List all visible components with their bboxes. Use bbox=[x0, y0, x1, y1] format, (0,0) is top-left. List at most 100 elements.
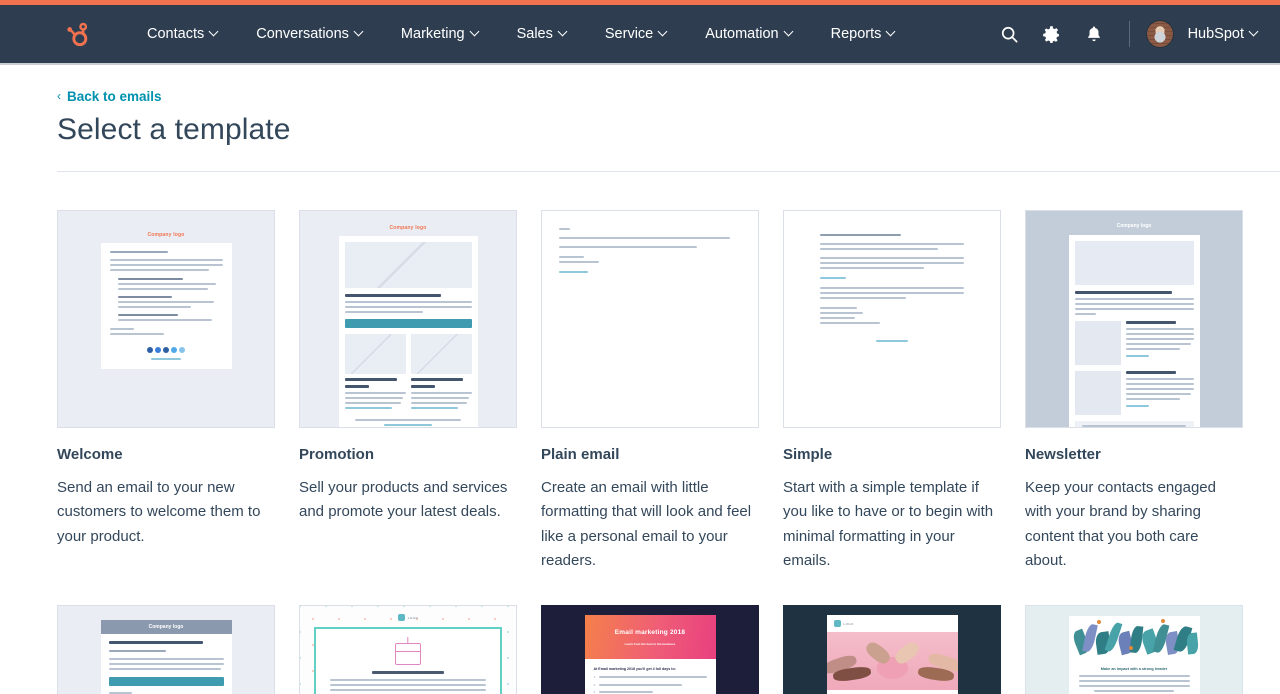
chevron-down-icon bbox=[559, 28, 567, 36]
template-thumbnail-welcome[interactable]: Company logo bbox=[57, 210, 275, 428]
chevron-down-icon bbox=[887, 28, 895, 36]
email-preview: Company logo bbox=[100, 232, 232, 379]
email-preview: Company logo bbox=[1068, 223, 1200, 427]
email-preview: Make an impact with a strong header Sign… bbox=[1026, 606, 1242, 694]
template-thumbnail-newsletter[interactable]: Company logo bbox=[1025, 210, 1243, 428]
cta-button bbox=[108, 677, 224, 687]
email-preview bbox=[549, 219, 751, 421]
nav-divider bbox=[1128, 21, 1130, 47]
template-card-feedback[interactable]: LOGO Your feedback matters to us bbox=[783, 605, 1001, 694]
template-description: Keep your contacts engaged with your bra… bbox=[1025, 479, 1216, 569]
product-image-placeholder bbox=[410, 334, 472, 374]
template-thumbnail-feedback[interactable]: LOGO Your feedback matters to us bbox=[783, 605, 1001, 694]
template-card-survey[interactable]: Company logo bbox=[57, 605, 275, 694]
nav-label: Contacts bbox=[147, 26, 205, 42]
template-description: Start with a simple template if you like… bbox=[783, 479, 994, 569]
primary-nav-menu: Contacts Conversations Marketing Sales S… bbox=[128, 26, 914, 42]
template-title: Plain email bbox=[541, 446, 620, 463]
template-grid-row-1: Company logo Welcome Send an email to yo… bbox=[57, 210, 1247, 573]
page-header: ‹ Back to emails Select a template bbox=[0, 65, 1280, 172]
hero-image-placeholder bbox=[1074, 241, 1194, 285]
nav-actions: HubSpot bbox=[991, 15, 1258, 53]
logo-icon bbox=[833, 620, 841, 628]
back-link-label: Back to emails bbox=[67, 88, 162, 104]
social-icons bbox=[110, 347, 223, 353]
template-thumbnail-plain-email[interactable] bbox=[541, 210, 759, 428]
chevron-down-icon bbox=[471, 28, 479, 36]
template-card-plain-email[interactable]: Plain email Create an email with little … bbox=[541, 210, 759, 573]
template-card-event[interactable]: Email marketing 2018 Learn from the best… bbox=[541, 605, 759, 694]
avatar[interactable] bbox=[1145, 20, 1174, 48]
email-preview: Company logo bbox=[100, 620, 232, 694]
search-icon[interactable] bbox=[991, 15, 1029, 53]
chevron-down-icon bbox=[659, 28, 667, 36]
logo-icon bbox=[397, 614, 405, 622]
account-menu[interactable]: HubSpot bbox=[1188, 26, 1258, 42]
nav-label: Reports bbox=[830, 26, 882, 42]
template-grid-row-2: Company logo LOGO Email marketing 2018 L… bbox=[57, 605, 1247, 694]
email-preview: Company logo bbox=[338, 225, 478, 427]
hands-forming-heart-photo bbox=[826, 632, 958, 691]
product-image-placeholder bbox=[344, 242, 472, 288]
nav-label: Marketing bbox=[400, 26, 465, 42]
chevron-left-icon: ‹ bbox=[57, 89, 61, 103]
preview-logo-text: Company logo bbox=[1116, 223, 1152, 229]
template-card-welcome[interactable]: Company logo Welcome Send an email to yo… bbox=[57, 210, 275, 573]
template-gallery: Company logo Welcome Send an email to yo… bbox=[0, 172, 1280, 694]
nav-item-automation[interactable]: Automation bbox=[686, 26, 811, 42]
botanical-leaves-illustration bbox=[1068, 616, 1200, 661]
nav-item-contacts[interactable]: Contacts bbox=[128, 26, 237, 42]
back-to-emails-link[interactable]: ‹ Back to emails bbox=[57, 89, 162, 104]
template-thumbnail-botanical[interactable]: Make an impact with a strong header Sign… bbox=[1025, 605, 1243, 694]
nav-item-reports[interactable]: Reports bbox=[812, 26, 915, 42]
nav-item-marketing[interactable]: Marketing bbox=[382, 26, 498, 42]
email-preview: LOGO bbox=[300, 606, 516, 694]
template-thumbnail-promotion[interactable]: Company logo bbox=[299, 210, 517, 428]
nav-label: Sales bbox=[516, 26, 553, 42]
template-title: Promotion bbox=[299, 446, 374, 463]
template-card-promotion[interactable]: Company logo Promotion Sell your product… bbox=[299, 210, 517, 573]
nav-item-conversations[interactable]: Conversations bbox=[237, 26, 382, 42]
template-description: Send an email to your new customers to w… bbox=[57, 479, 261, 545]
botanical-headline: Make an impact with a strong header bbox=[1100, 667, 1168, 672]
cta-button bbox=[344, 319, 472, 328]
template-card-birthday[interactable]: LOGO bbox=[299, 605, 517, 694]
template-thumbnail-simple[interactable] bbox=[783, 210, 1001, 428]
template-title: Simple bbox=[783, 446, 833, 463]
nav-item-sales[interactable]: Sales bbox=[498, 26, 586, 42]
nav-label: Conversations bbox=[256, 26, 349, 42]
event-subtitle: Learn from the best in the business bbox=[624, 642, 676, 647]
hubspot-sprocket-logo[interactable] bbox=[62, 19, 92, 49]
template-thumbnail-survey[interactable]: Company logo bbox=[57, 605, 275, 694]
preview-logo-text: LOGO bbox=[843, 621, 854, 626]
bell-icon[interactable] bbox=[1075, 15, 1113, 53]
global-navigation-bar: Contacts Conversations Marketing Sales S… bbox=[0, 5, 1280, 65]
chevron-down-icon bbox=[210, 28, 218, 36]
event-headline: At Email marketing 2018 you'll get 4 ful… bbox=[593, 667, 676, 672]
template-card-simple[interactable]: Simple Start with a simple template if y… bbox=[783, 210, 1001, 573]
page-title: Select a template bbox=[57, 113, 291, 146]
template-description: Sell your products and services and prom… bbox=[299, 479, 508, 521]
gear-icon[interactable] bbox=[1033, 15, 1071, 53]
article-image-placeholder bbox=[1074, 371, 1121, 415]
email-preview bbox=[794, 220, 990, 420]
chevron-down-icon bbox=[785, 28, 793, 36]
template-thumbnail-birthday[interactable]: LOGO bbox=[299, 605, 517, 694]
event-title: Email marketing 2018 bbox=[614, 629, 686, 637]
email-preview: LOGO Your feedback matters to us bbox=[784, 606, 1000, 694]
account-label: HubSpot bbox=[1187, 26, 1244, 42]
preview-logo-text: Company logo bbox=[389, 225, 427, 231]
email-preview: Email marketing 2018 Learn from the best… bbox=[542, 606, 758, 694]
nav-label: Service bbox=[604, 26, 654, 42]
birthday-cake-icon bbox=[395, 643, 421, 666]
nav-label: Automation bbox=[705, 26, 779, 42]
template-card-newsletter[interactable]: Company logo Newsletter Keep your contac… bbox=[1025, 210, 1243, 573]
template-card-botanical[interactable]: Make an impact with a strong header Sign… bbox=[1025, 605, 1243, 694]
template-thumbnail-event[interactable]: Email marketing 2018 Learn from the best… bbox=[541, 605, 759, 694]
chevron-down-icon bbox=[1250, 28, 1258, 36]
template-description: Create an email with little formatting t… bbox=[541, 479, 752, 569]
template-title: Newsletter bbox=[1025, 446, 1101, 463]
preview-logo-text: Company logo bbox=[100, 620, 232, 635]
preview-logo-text: LOGO bbox=[407, 615, 419, 620]
nav-item-service[interactable]: Service bbox=[586, 26, 686, 42]
